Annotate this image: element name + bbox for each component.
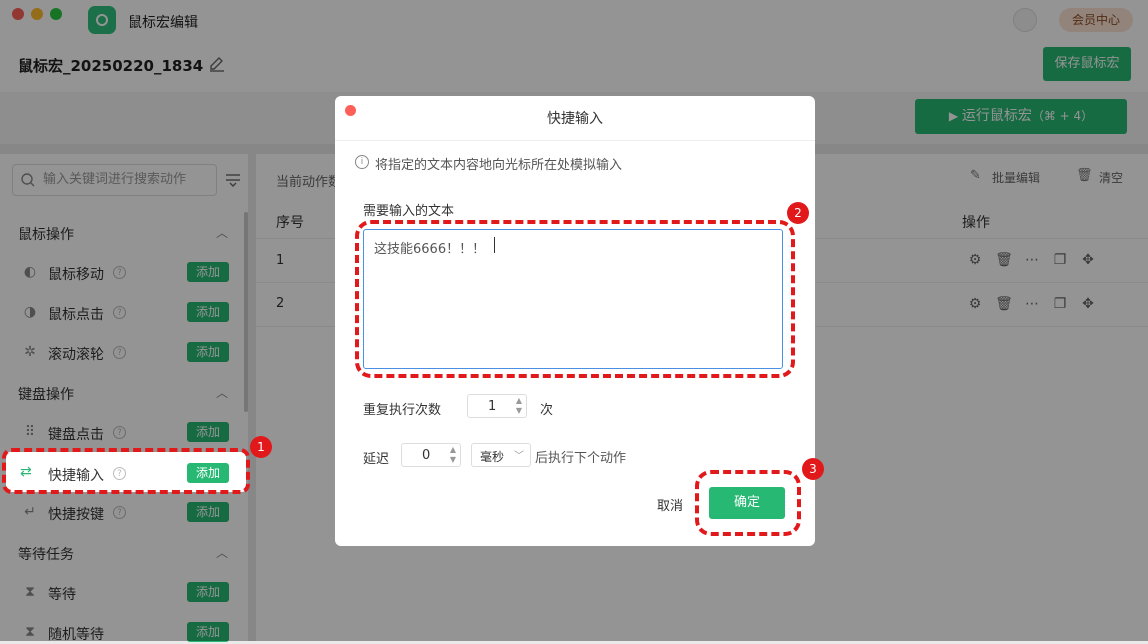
increment-icon[interactable]: ▲ [514,397,524,405]
decrement-icon[interactable]: ▼ [514,407,524,415]
repeat-count-stepper[interactable]: 1 ▲ ▼ [467,394,527,418]
quick-input-dialog: 快捷输入 i 将指定的文本内容地向光标所在处模拟输入 需要输入的文本 这技能66… [335,96,815,546]
delay-value: 0 [422,448,431,463]
dialog-title: 快捷输入 [547,111,603,127]
annotation-badge-2: 2 [787,202,809,224]
divider [335,140,815,141]
annotation-box-2 [355,220,795,378]
delay-unit-select[interactable]: 毫秒 ﹀ [471,443,531,467]
delay-unit-value: 毫秒 [480,450,505,464]
chevron-down-icon: ﹀ [514,451,524,462]
text-label: 需要输入的文本 [363,204,455,219]
repeat-unit: 次 [540,403,554,418]
annotation-badge-3: 3 [802,458,824,480]
repeat-count-value: 1 [488,399,497,414]
decrement-icon[interactable]: ▼ [448,456,458,464]
annotation-box-3 [695,470,801,536]
delay-stepper[interactable]: 0 ▲ ▼ [401,443,461,467]
delay-suffix: 后执行下个动作 [535,451,627,466]
annotation-badge-1: 1 [250,436,272,458]
increment-icon[interactable]: ▲ [448,446,458,454]
delay-label: 延迟 [363,452,390,467]
annotation-box-1 [2,448,250,494]
repeat-label: 重复执行次数 [363,403,442,418]
dialog-info: 将指定的文本内容地向光标所在处模拟输入 [375,158,623,173]
info-icon: i [355,155,369,169]
cancel-button[interactable]: 取消 [657,495,683,514]
